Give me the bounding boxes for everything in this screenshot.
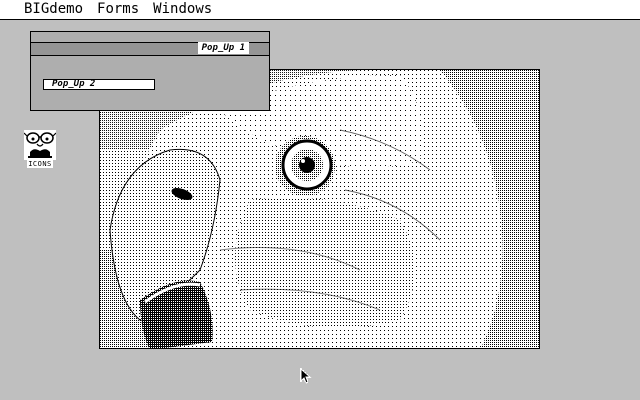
glasses-icon [24, 130, 56, 160]
menu-bigdemo[interactable]: BIGdemo [24, 0, 83, 19]
popup-window[interactable]: Pop_Up 1 Pop_Up 2 [30, 31, 270, 111]
desktop-icon-label: ICONS [27, 160, 53, 168]
parrot-image [100, 70, 539, 348]
menu-forms[interactable]: Forms [97, 0, 139, 19]
popup2-title: Pop_Up 2 [52, 79, 96, 89]
popup2-title-bar[interactable]: Pop_Up 2 [43, 79, 155, 90]
arrow-pointer-icon [300, 368, 312, 384]
popup1-title-bar[interactable]: Pop_Up 1 [31, 42, 269, 56]
menu-bar: BIGdemo Forms Windows [0, 0, 640, 20]
desktop-icon-icons[interactable]: ICONS [22, 130, 58, 170]
menu-windows[interactable]: Windows [153, 0, 212, 19]
image-window[interactable] [99, 69, 540, 349]
popup1-title: Pop_Up 1 [197, 42, 249, 54]
